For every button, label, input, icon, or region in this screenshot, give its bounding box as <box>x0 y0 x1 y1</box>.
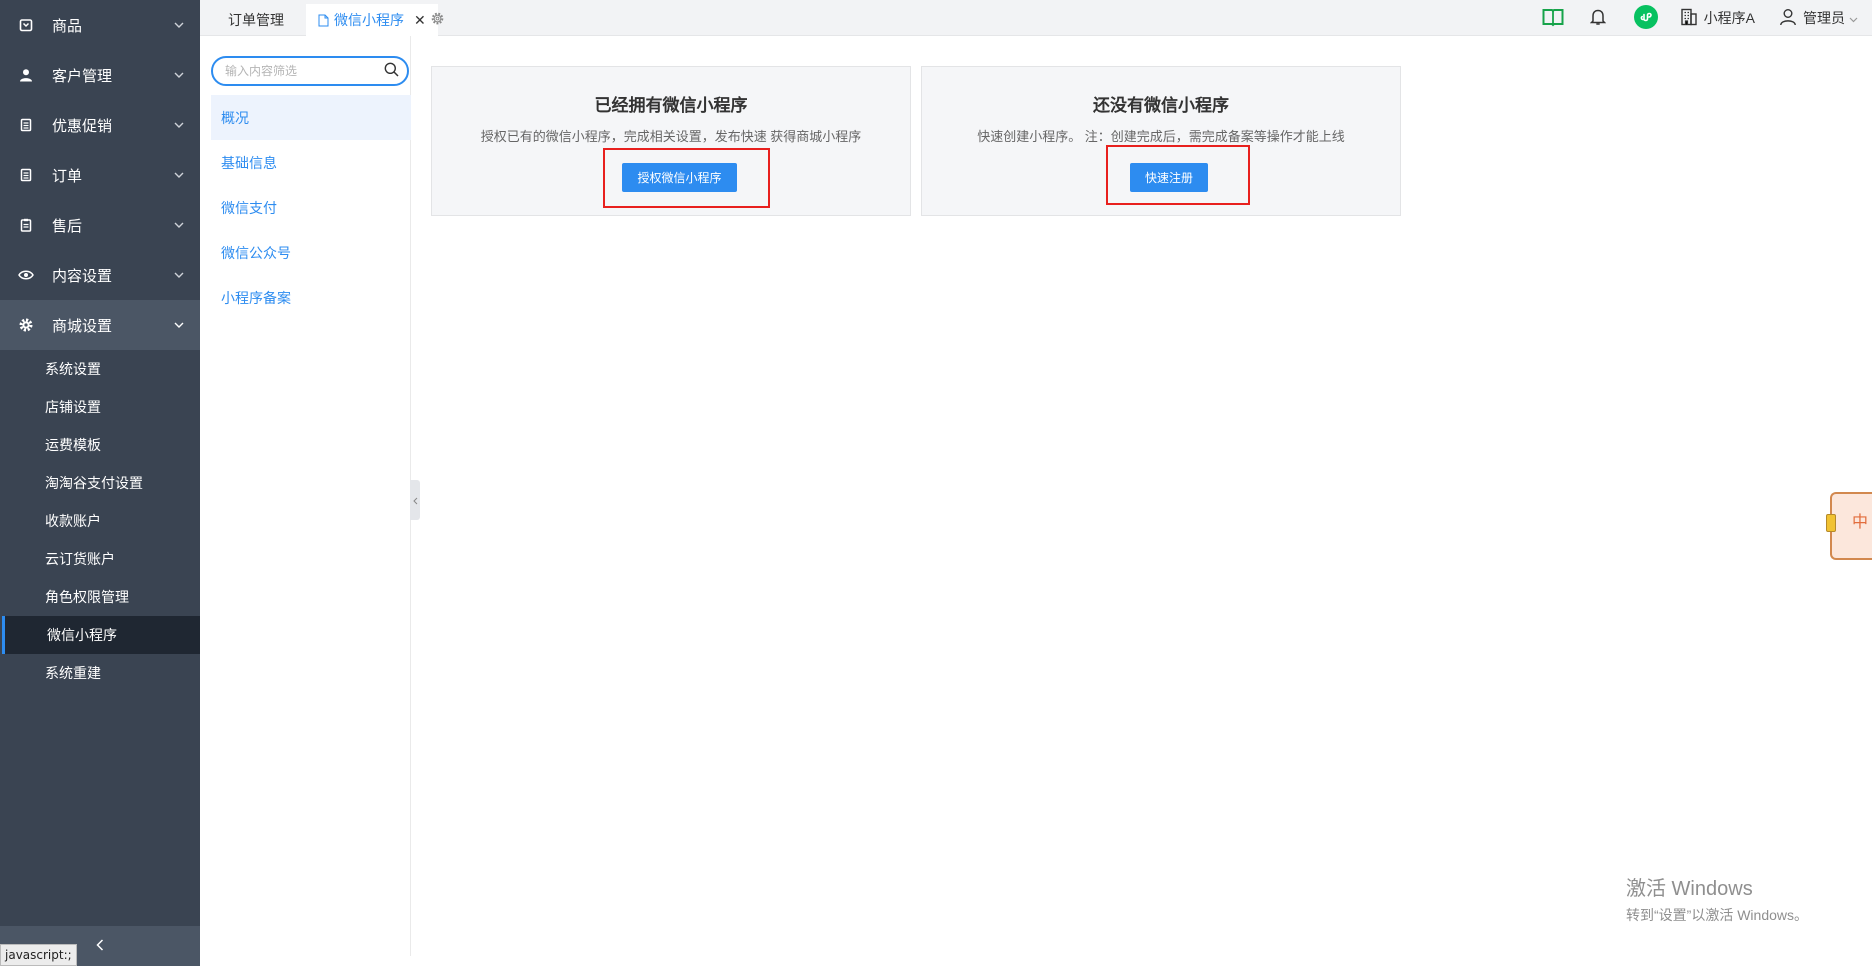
secondary-nav: 概况 基础信息 微信支付 微信公众号 小程序备案 <box>200 36 411 956</box>
bag-icon <box>18 17 34 33</box>
chevron-left-icon <box>412 492 418 508</box>
menu-label: 商品 <box>52 17 83 35</box>
store-name: 小程序A <box>1703 10 1755 26</box>
widget-tab-icon <box>1826 514 1836 532</box>
manual-book-button[interactable] <box>1542 7 1564 30</box>
eye-icon <box>18 267 34 283</box>
submenu-item-shipping-template[interactable]: 运费模板 <box>0 426 200 464</box>
user-icon <box>18 67 34 83</box>
menu-item-customers[interactable]: 客户管理 <box>0 50 200 100</box>
chevron-down-icon <box>172 218 186 232</box>
card-title: 还没有微信小程序 <box>1093 96 1229 115</box>
menu-item-after-sales[interactable]: 售后 <box>0 200 200 250</box>
highlight-box-authorize <box>603 148 770 208</box>
nav-item-wechat-pay[interactable]: 微信支付 <box>211 185 411 230</box>
tab-order-management[interactable]: 订单管理 <box>216 4 296 36</box>
windows-activation-watermark: 激活 Windows 转到“设置”以激活 Windows。 <box>1626 872 1808 925</box>
floating-assistant-widget[interactable]: 中 <box>1826 492 1872 560</box>
submenu-item-system-rebuild[interactable]: 系统重建 <box>0 654 200 692</box>
nav-item-official-account[interactable]: 微信公众号 <box>211 230 411 275</box>
watermark-subtitle: 转到“设置”以激活 Windows。 <box>1626 907 1809 923</box>
chevron-down-icon <box>172 68 186 82</box>
tab-settings-gear-icon[interactable] <box>428 9 446 27</box>
watermark-title: 激活 Windows <box>1626 878 1753 900</box>
wechat-mini-program-icon <box>1633 4 1658 32</box>
card-description: 快速创建小程序。 注：创建完成后，需完成备案等操作才能上线 <box>977 129 1345 144</box>
building-icon <box>1680 8 1698 29</box>
widget-char: 中 <box>1852 514 1869 531</box>
filter-search-box <box>211 56 409 86</box>
menu-item-orders[interactable]: 订单 <box>0 150 200 200</box>
menu-label: 优惠促销 <box>52 117 113 135</box>
menu-label: 商城设置 <box>52 317 113 335</box>
submenu-item-store-settings[interactable]: 店铺设置 <box>0 388 200 426</box>
menu-label: 订单 <box>52 167 83 185</box>
notifications-button[interactable] <box>1589 8 1606 29</box>
order-icon <box>18 167 34 183</box>
user-menu[interactable]: 管理员 <box>1779 8 1858 29</box>
chevron-down-icon <box>172 168 186 182</box>
chevron-up-icon <box>172 318 186 332</box>
menu-label: 客户管理 <box>52 67 113 85</box>
tab-label: 订单管理 <box>228 12 284 28</box>
submenu-item-role-permissions[interactable]: 角色权限管理 <box>0 578 200 616</box>
submenu-item-system-settings[interactable]: 系统设置 <box>0 350 200 388</box>
panel-collapse-handle[interactable] <box>410 480 420 520</box>
filter-input[interactable] <box>225 64 384 78</box>
menu-label: 内容设置 <box>52 267 113 285</box>
clipboard-icon <box>18 217 34 233</box>
nav-item-overview[interactable]: 概况 <box>211 95 411 140</box>
browser-status-tooltip: javascript:; <box>0 944 77 966</box>
submenu-item-payment-settings[interactable]: 淘淘谷支付设置 <box>0 464 200 502</box>
chevron-down-icon <box>172 18 186 32</box>
secondary-nav-list: 概况 基础信息 微信支付 微信公众号 小程序备案 <box>211 95 411 320</box>
coupon-icon <box>18 117 34 133</box>
chevron-down-icon <box>172 268 186 282</box>
document-icon <box>318 14 329 27</box>
tab-wechat-mini-program[interactable]: 微信小程序 ✕ <box>306 4 438 36</box>
search-icon[interactable] <box>384 62 399 80</box>
highlight-box-register <box>1106 145 1250 205</box>
user-name: 管理员 <box>1803 10 1845 26</box>
card-description: 授权已有的微信小程序，完成相关设置，发布快速 获得商城小程序 <box>480 129 862 144</box>
menu-item-mall-settings[interactable]: 商城设置 <box>0 300 200 350</box>
book-icon <box>1542 7 1564 30</box>
submenu-item-cloud-order-account[interactable]: 云订货账户 <box>0 540 200 578</box>
chevron-down-icon <box>172 118 186 132</box>
bell-icon <box>1589 8 1606 29</box>
submenu-item-receiving-account[interactable]: 收款账户 <box>0 502 200 540</box>
sidebar: 商品 客户管理 优惠促销 订单 售后 内容设置 商城设置 系统设置 店铺设置 运… <box>0 0 200 966</box>
gear-icon <box>18 317 34 333</box>
submenu-item-wechat-mini-program[interactable]: 微信小程序 <box>2 616 200 654</box>
mall-settings-submenu: 系统设置 店铺设置 运费模板 淘淘谷支付设置 收款账户 云订货账户 角色权限管理… <box>0 350 200 692</box>
card-title: 已经拥有微信小程序 <box>594 96 748 115</box>
nav-item-mini-program-filing[interactable]: 小程序备案 <box>211 275 411 320</box>
menu-item-promotions[interactable]: 优惠促销 <box>0 100 200 150</box>
user-avatar-icon <box>1779 8 1797 29</box>
chevron-left-icon <box>96 938 104 954</box>
chevron-down-icon <box>1849 10 1858 26</box>
menu-label: 售后 <box>52 217 83 235</box>
mini-program-status-button[interactable] <box>1633 4 1658 32</box>
top-right-tools: 小程序A 管理员 <box>1542 0 1872 36</box>
close-icon[interactable]: ✕ <box>414 12 426 29</box>
top-bar: 订单管理 微信小程序 ✕ 小程序A 管理员 <box>200 0 1872 36</box>
tab-label: 微信小程序 <box>334 12 404 28</box>
nav-item-basic-info[interactable]: 基础信息 <box>211 140 411 185</box>
menu-item-content-settings[interactable]: 内容设置 <box>0 250 200 300</box>
store-switcher[interactable]: 小程序A <box>1680 8 1755 29</box>
menu-item-goods[interactable]: 商品 <box>0 0 200 50</box>
